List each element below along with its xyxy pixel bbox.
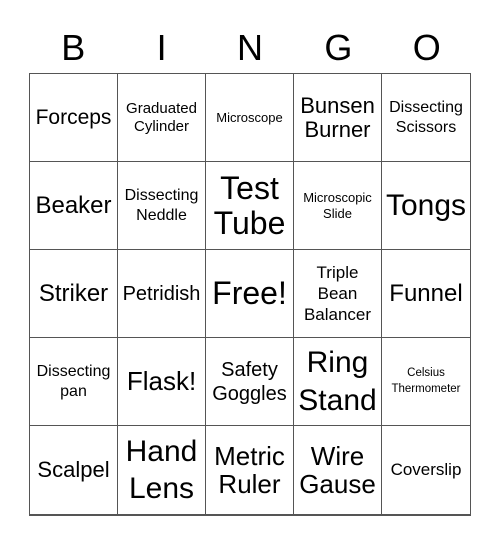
bingo-cell[interactable]: Metric Ruler (206, 426, 294, 514)
bingo-cell[interactable]: Test Tube (206, 162, 294, 250)
free-space-cell[interactable]: Free! (206, 250, 294, 338)
bingo-cell[interactable]: Flask! (118, 338, 206, 426)
bingo-cell[interactable]: Coverslip (382, 426, 470, 514)
bingo-cell[interactable]: Tongs (382, 162, 470, 250)
bingo-cell[interactable]: Striker (30, 250, 118, 338)
header-letter-i: I (156, 27, 167, 68)
bingo-cell[interactable]: Microscope (206, 74, 294, 162)
header-letter-b: B (61, 27, 86, 68)
bingo-cell[interactable]: Petridish (118, 250, 206, 338)
bingo-cell[interactable]: Triple Bean Balancer (294, 250, 382, 338)
bingo-cell[interactable]: Celsius Thermometer (382, 338, 470, 426)
bingo-cell[interactable]: Beaker (30, 162, 118, 250)
bingo-grid: Forceps Graduated Cylinder Microscope Bu… (29, 73, 471, 516)
bingo-cell[interactable]: Hand Lens (118, 426, 206, 514)
bingo-cell[interactable]: Wire Gause (294, 426, 382, 514)
bingo-cell[interactable]: Dissecting Neddle (118, 162, 206, 250)
bingo-cell[interactable]: Dissecting Scissors (382, 74, 470, 162)
bingo-cell[interactable]: Funnel (382, 250, 470, 338)
bingo-cell[interactable]: Bunsen Burner (294, 74, 382, 162)
bingo-cell[interactable]: Dissecting pan (30, 338, 118, 426)
header-letter-g: G (324, 27, 353, 68)
bingo-cell[interactable]: Scalpel (30, 426, 118, 514)
bingo-cell[interactable]: Safety Goggles (206, 338, 294, 426)
header-letter-o: O (412, 27, 441, 68)
bingo-cell[interactable]: Graduated Cylinder (118, 74, 206, 162)
bingo-cell[interactable]: Forceps (30, 74, 118, 162)
header-letter-n: N (236, 27, 263, 68)
bingo-cell[interactable]: Ring Stand (294, 338, 382, 426)
bingo-header: B I N G O (29, 24, 471, 72)
bingo-cell[interactable]: Microscopic Slide (294, 162, 382, 250)
